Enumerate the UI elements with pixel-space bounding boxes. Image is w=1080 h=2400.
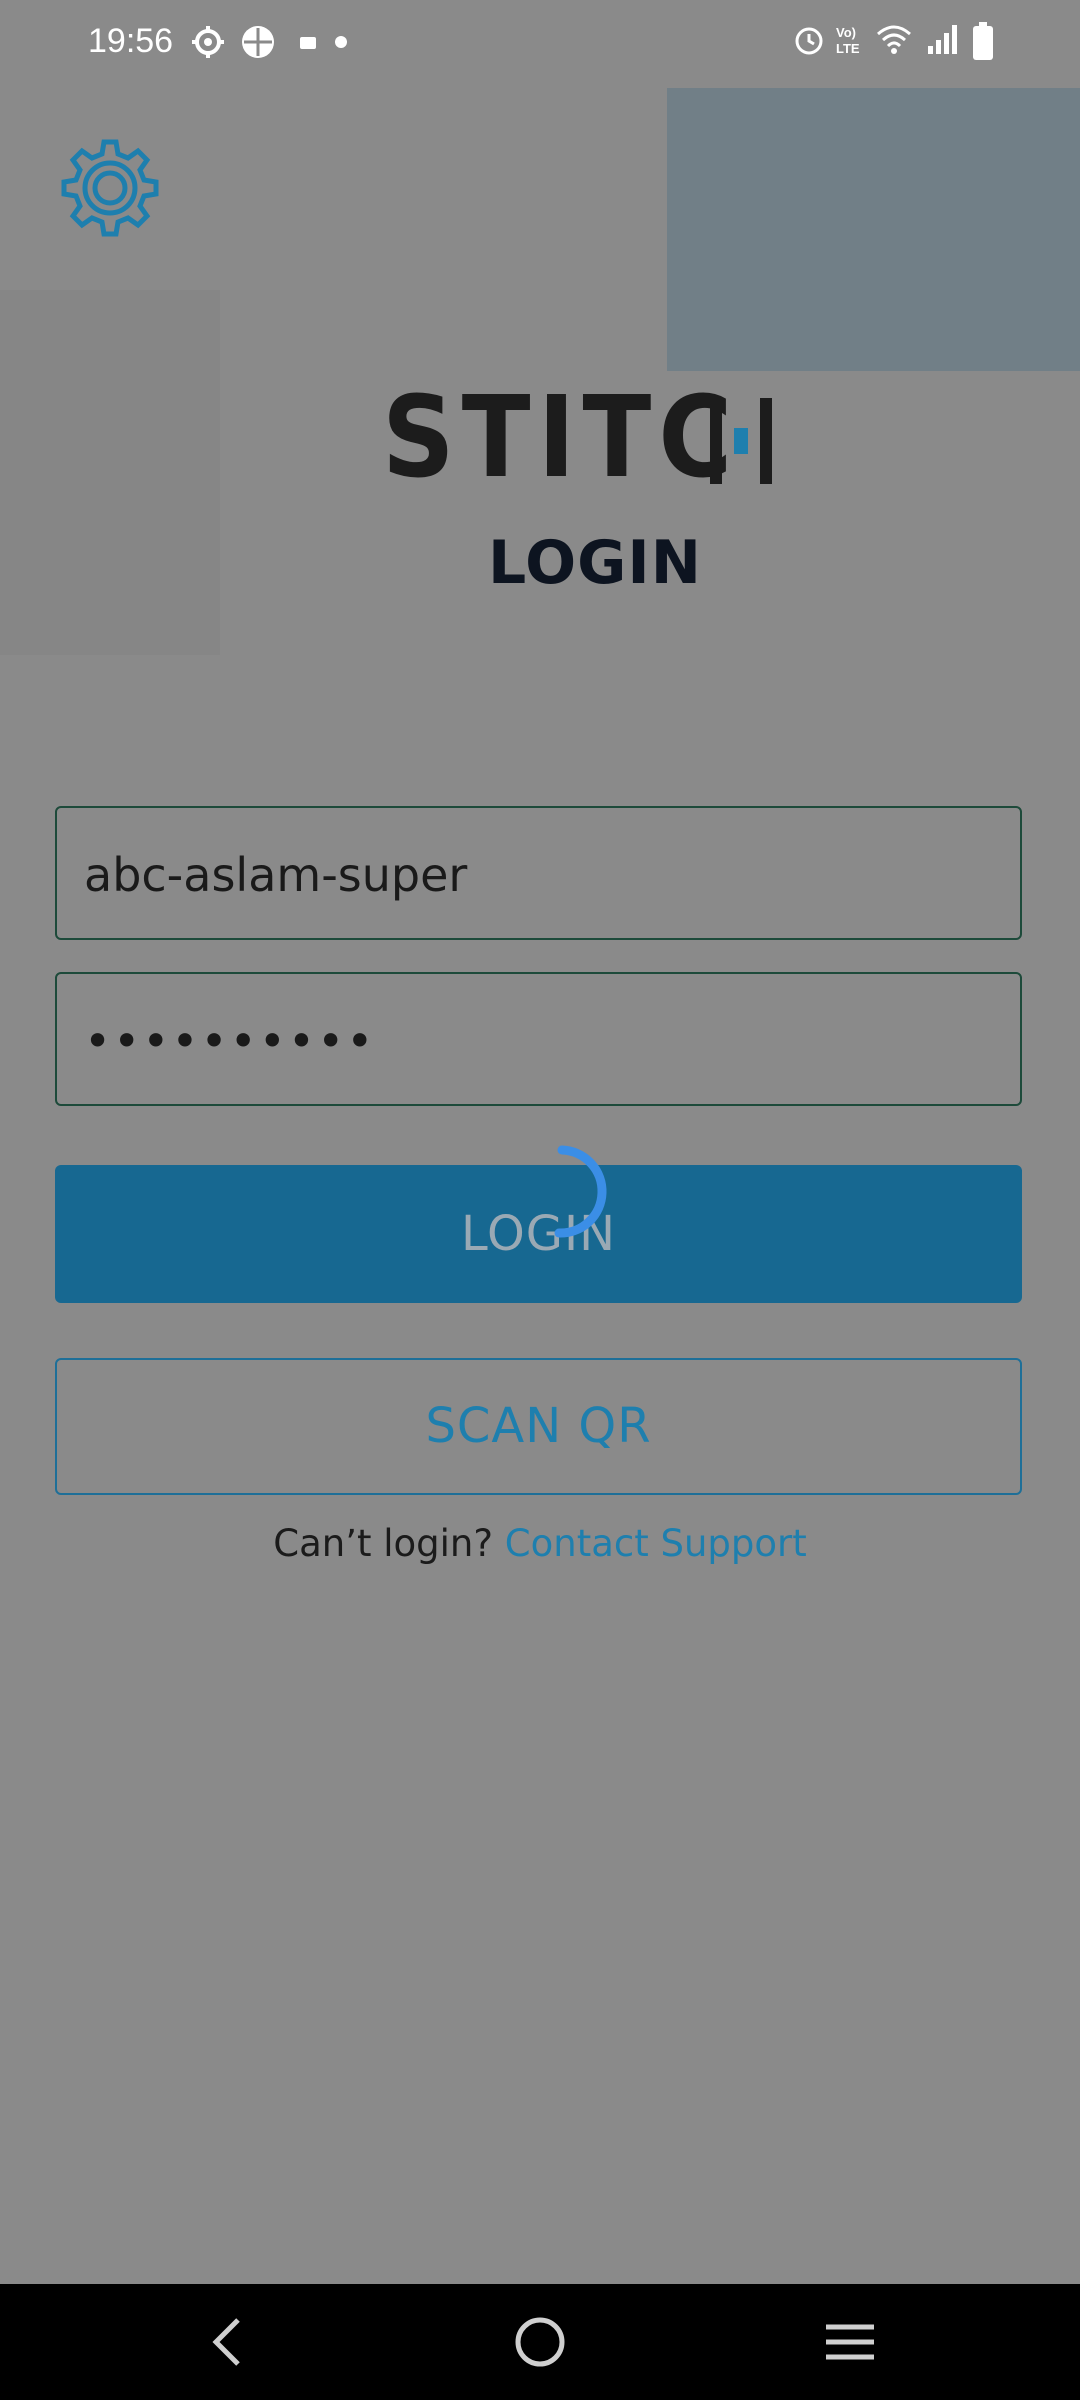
- back-icon[interactable]: [198, 2312, 258, 2372]
- loading-spinner-icon: [554, 1145, 607, 1238]
- username-field[interactable]: abc-aslam-super: [55, 806, 1022, 940]
- contact-support-link[interactable]: Contact Support: [505, 1522, 807, 1565]
- support-prefix: Can’t login?: [273, 1522, 493, 1565]
- support-line: Can’t login? Contact Support: [0, 1522, 1080, 1565]
- page-title: LOGIN: [488, 528, 702, 598]
- battery-icon: [973, 22, 993, 60]
- signal-icon: [928, 25, 957, 54]
- recents-icon[interactable]: [820, 2312, 880, 2372]
- wifi-icon: [877, 25, 911, 54]
- navigation-bar: [0, 2284, 1080, 2400]
- username-value: abc-aslam-super: [84, 848, 468, 902]
- svg-text:LTE: LTE: [836, 41, 860, 56]
- video-icon: [300, 37, 316, 49]
- status-bar: 19:56 Vo) LTE: [0, 0, 1080, 88]
- app-icon: [242, 26, 274, 58]
- logo-accent-h: [710, 398, 772, 484]
- decorative-block: [667, 88, 1080, 371]
- scan-qr-button[interactable]: SCAN QR: [55, 1358, 1022, 1495]
- alarm-icon: [795, 27, 823, 55]
- dot-icon: [335, 36, 347, 48]
- decorative-block: [0, 290, 220, 655]
- settings-button[interactable]: [55, 133, 165, 243]
- password-value: ••••••••••: [84, 1014, 376, 1068]
- svg-text:Vo): Vo): [836, 25, 856, 40]
- gear-icon: [61, 139, 159, 237]
- volte-icon: Vo) LTE: [836, 25, 860, 56]
- settings-gear-icon: [192, 26, 224, 58]
- home-icon[interactable]: [510, 2312, 570, 2372]
- status-icons-right: Vo) LTE: [792, 22, 1002, 66]
- status-time: 19:56: [88, 22, 174, 60]
- scan-qr-label: SCAN QR: [425, 1398, 652, 1454]
- password-field[interactable]: ••••••••••: [55, 972, 1022, 1106]
- app-logo: STITC: [382, 373, 740, 503]
